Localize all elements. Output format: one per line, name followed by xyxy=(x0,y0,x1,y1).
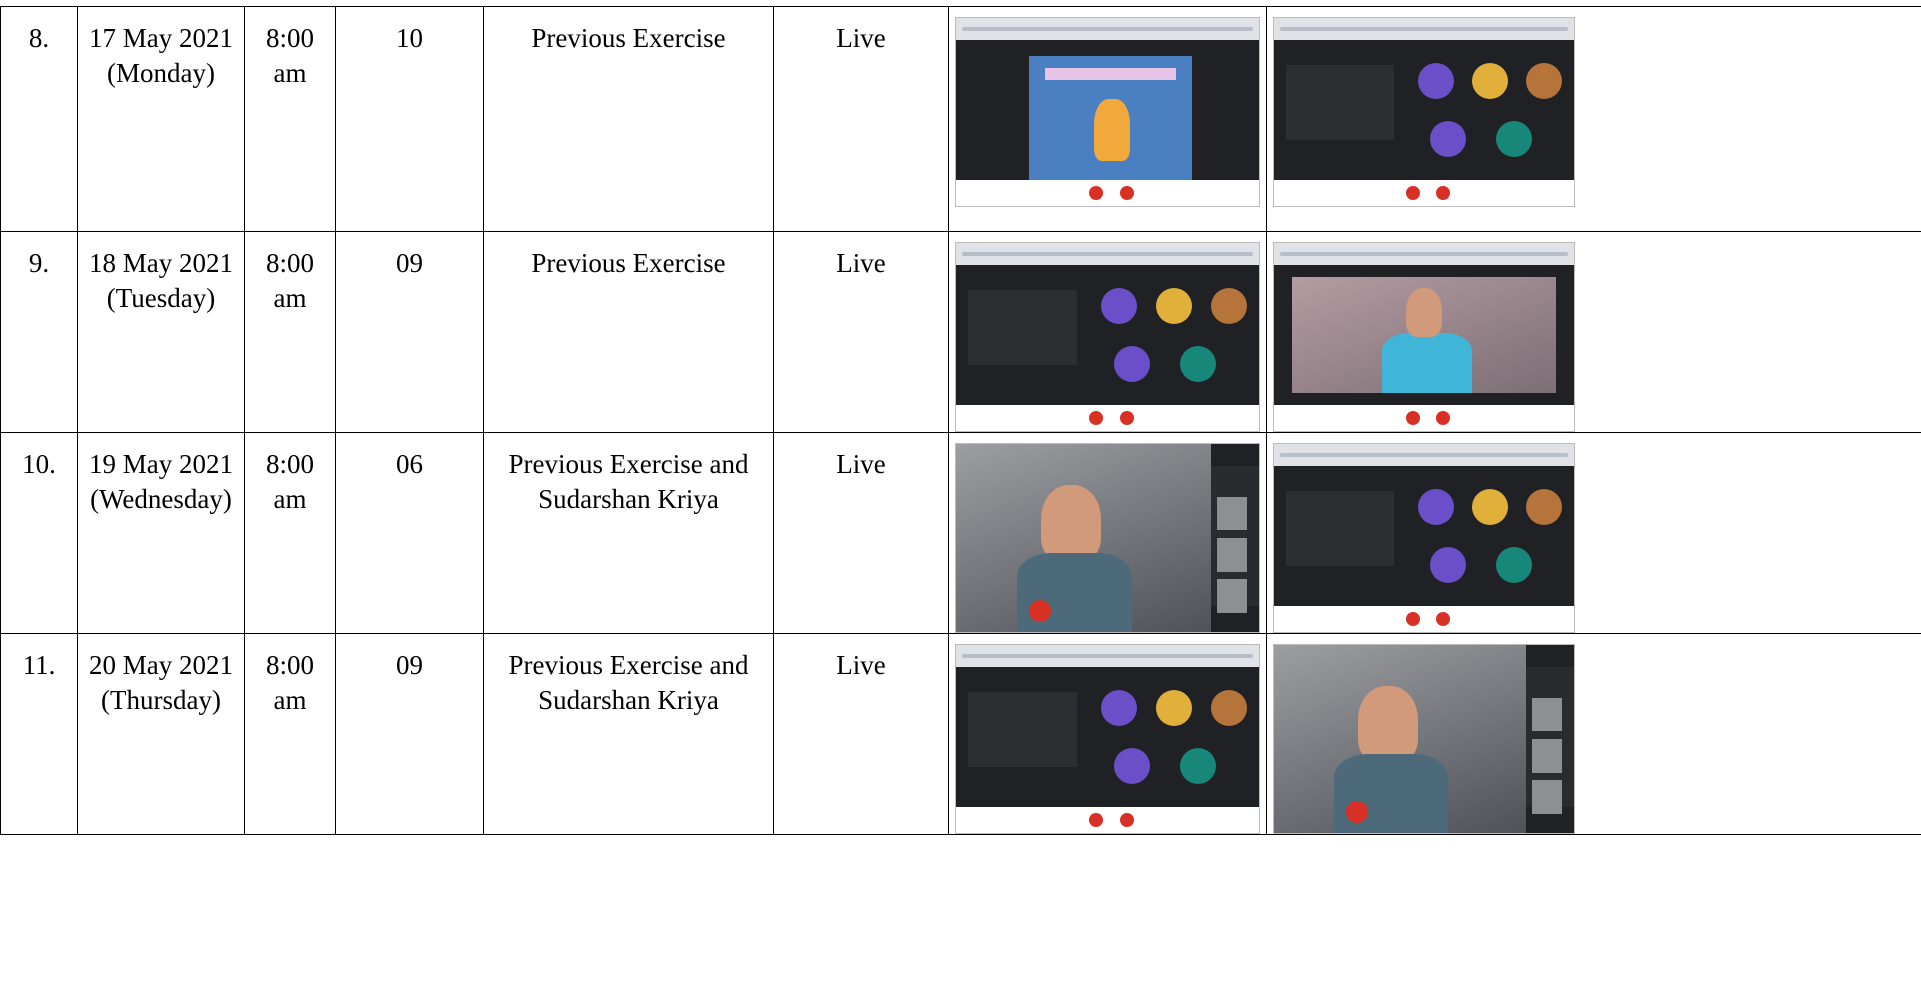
activity-line-1: Previous Exercise xyxy=(531,248,726,278)
serial-number-cell: 10. xyxy=(0,432,78,634)
date-cell: 18 May 2021 (Tuesday) xyxy=(77,231,245,433)
serial-number: 9. xyxy=(28,248,50,278)
activity-cell: Previous Exercise xyxy=(483,231,774,433)
photo-cell-1 xyxy=(948,231,1267,433)
serial-number-cell: 8. xyxy=(0,6,78,232)
activity-line-1: Previous Exercise xyxy=(531,23,726,53)
time-cell: 8:00 am xyxy=(244,432,336,634)
participant-count: 09 xyxy=(396,650,423,680)
table-row: 9. 18 May 2021 (Tuesday) 8:00 am 09 Previous E… xyxy=(0,231,1921,433)
photo-cell-2 xyxy=(1266,6,1921,232)
session-period: am xyxy=(273,58,307,88)
session-period: am xyxy=(273,283,307,313)
activity-line-2: Sudarshan Kriya xyxy=(538,685,719,715)
participant-count: 09 xyxy=(396,248,423,278)
mobile-meet-video-screenshot xyxy=(1273,644,1575,834)
participants-cell: 10 xyxy=(335,6,484,232)
activity-cell: Previous Exercise and Sudarshan Kriya xyxy=(483,633,774,835)
session-time: 8:00 xyxy=(265,449,314,479)
activity-line-1: Previous Exercise and xyxy=(508,650,749,680)
time-cell: 8:00 am xyxy=(244,231,336,433)
activity-line-2: Sudarshan Kriya xyxy=(538,484,719,514)
session-log-table: 8. 17 May 2021 (Monday) 8:00 am 10 Previous Ex… xyxy=(0,6,1921,835)
participants-cell: 09 xyxy=(335,231,484,433)
photo-cell-2 xyxy=(1266,231,1921,433)
session-date: 18 May 2021 xyxy=(89,248,233,278)
photo-cell-1 xyxy=(948,432,1267,634)
serial-number: 8. xyxy=(28,23,50,53)
session-date: 20 May 2021 xyxy=(89,650,233,680)
session-day: (Wednesday) xyxy=(90,484,232,514)
mobile-meet-video-screenshot xyxy=(955,443,1260,633)
session-mode: Live xyxy=(836,248,886,278)
meet-participant-grid-screenshot xyxy=(1273,443,1575,633)
participant-count: 06 xyxy=(396,449,423,479)
participants-cell: 09 xyxy=(335,633,484,835)
session-day: (Tuesday) xyxy=(106,283,216,313)
activity-cell: Previous Exercise xyxy=(483,6,774,232)
mode-cell: Live xyxy=(773,6,949,232)
session-day: (Monday) xyxy=(107,58,215,88)
session-mode: Live xyxy=(836,23,886,53)
session-time: 8:00 xyxy=(265,23,314,53)
session-mode: Live xyxy=(836,650,886,680)
session-time: 8:00 xyxy=(265,650,314,680)
photo-cell-2 xyxy=(1266,633,1921,835)
photo-cell-1 xyxy=(948,6,1267,232)
session-date: 19 May 2021 xyxy=(89,449,233,479)
participant-count: 10 xyxy=(396,23,423,53)
session-period: am xyxy=(273,484,307,514)
serial-number-cell: 9. xyxy=(0,231,78,433)
meet-instructor-video-screenshot xyxy=(1273,242,1575,432)
session-time: 8:00 xyxy=(265,248,314,278)
meet-participant-grid-screenshot xyxy=(1273,17,1575,207)
time-cell: 8:00 am xyxy=(244,633,336,835)
session-day: (Thursday) xyxy=(101,685,221,715)
photo-cell-2 xyxy=(1266,432,1921,634)
participants-cell: 06 xyxy=(335,432,484,634)
table-row: 11. 20 May 2021 (Thursday) 8:00 am 09 Previous… xyxy=(0,633,1921,835)
serial-number: 10. xyxy=(22,449,56,479)
session-period: am xyxy=(273,685,307,715)
mode-cell: Live xyxy=(773,633,949,835)
meet-participant-grid-screenshot xyxy=(955,242,1260,432)
activity-line-1: Previous Exercise and xyxy=(508,449,749,479)
date-cell: 17 May 2021 (Monday) xyxy=(77,6,245,232)
table-row: 10. 19 May 2021 (Wednesday) 8:00 am 06 Previou… xyxy=(0,432,1921,634)
meet-presentation-screenshot xyxy=(955,17,1260,207)
session-mode: Live xyxy=(836,449,886,479)
activity-cell: Previous Exercise and Sudarshan Kriya xyxy=(483,432,774,634)
date-cell: 20 May 2021 (Thursday) xyxy=(77,633,245,835)
serial-number-cell: 11. xyxy=(0,633,78,835)
table-row: 8. 17 May 2021 (Monday) 8:00 am 10 Previous Ex… xyxy=(0,6,1921,232)
mode-cell: Live xyxy=(773,432,949,634)
mode-cell: Live xyxy=(773,231,949,433)
session-date: 17 May 2021 xyxy=(89,23,233,53)
meet-participant-grid-screenshot xyxy=(955,644,1260,834)
time-cell: 8:00 am xyxy=(244,6,336,232)
serial-number: 11. xyxy=(22,650,56,680)
date-cell: 19 May 2021 (Wednesday) xyxy=(77,432,245,634)
photo-cell-1 xyxy=(948,633,1267,835)
